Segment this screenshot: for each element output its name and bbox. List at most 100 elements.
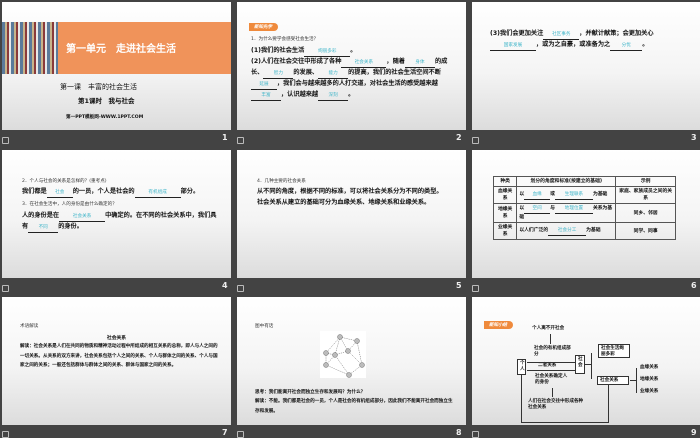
slide-number: 7 [222,428,228,437]
slide-number: 3 [691,133,697,142]
connector-line [521,422,609,423]
blank: 智力 [263,70,294,79]
header-cell: 种类 [492,176,518,187]
header-cell: 划分的角度和标准(按建立的基础) [516,176,617,187]
blank: 空间 [524,205,551,214]
transition-icon [472,137,479,144]
text: ，并献计献策；会更加关心 [579,30,654,37]
relations-table: 种类 划分的角度和标准(按建立的基础) 示例 血缘关系以血缘或生理联系 为基础 家庭、家… [492,176,676,240]
cell: 地缘关系 [492,203,518,223]
question: 4．几种主要的社会关系 [257,179,306,184]
site-text: 第一PPT模板网-WWW.1PPT.COM [66,115,144,120]
text: 部分。 [180,188,200,195]
connector-line [521,375,522,422]
connector-line [527,362,575,363]
answer-text: 我们都是 社会 的一员，个人是社会的 有机组成 部分。 [22,187,221,198]
diagram-label: 个人离不开社会 [532,326,565,331]
transition-icon [237,285,244,292]
relation-kind: 地缘关系 [640,377,659,382]
node-individual: 个人 [517,359,526,375]
text: 为基础 [592,191,608,197]
slide-thumbnail-2[interactable]: 新知先学 1．为什么要学会感受社会生活？ (1)我们的社会生活 绚丽多彩。 (2)… [237,2,466,130]
section-badge: 新知先学 [249,23,278,31]
text: 。 [642,41,649,48]
blank: 有机组成 [134,189,181,198]
transition-icon [2,285,9,292]
cell: 业缘关系 [492,222,518,240]
text: (1)我们的社会生活 [251,47,305,54]
slide-thumbnail-9[interactable]: 新知小结 个人离不开社会 社会的有机组成部分 个人 二者关系 社会 社会关系确定… [472,297,700,425]
transition-icon [472,285,479,292]
section-label: 术语解读 [20,324,39,329]
diagram-label: 社会关系确定人的身份 [535,374,568,385]
cell: 家庭、家族成员之间的关系 [615,186,676,204]
relation-kind: 血缘关系 [640,365,659,370]
blank: 绚丽多彩 [304,48,351,57]
slide-number: 5 [456,281,462,290]
slide-thumbnail-7[interactable]: 术语解读 社会关系 解读：社会关系是人们在共同的物质和精神活动过程中所结成的相互… [2,297,231,425]
text: 的提高，我们的社会生活空间不断 [348,69,441,76]
text: 。 [348,91,355,98]
text: ，认识越来越 [281,91,319,98]
slide-number: 6 [691,281,697,290]
text: ，随着 [386,58,405,65]
slide-thumbnail-5[interactable]: 4．几种主要的社会关系 从不同的角度，根据不同的标准，可以将社会关系分为不同的类… [237,150,466,278]
slide-number: 9 [691,428,697,437]
unit-title: 第一单元 走进社会生活 [66,44,176,55]
blank: 社会关系 [59,213,106,222]
text: 为基础 [586,227,601,233]
question: 1．为什么要学会感受社会生活？ [251,37,319,42]
arrow-line [552,388,553,397]
transition-icon [237,137,244,144]
relation-kind: 业缘关系 [640,389,659,394]
text: 的发展、 [293,69,319,76]
answer-text: (3)我们会更加关注 社区事务 ，并献计献策；会更加关心国家发展 ，或为之自豪，或准备… [490,29,691,51]
cell: 同乡、邻居 [615,203,676,223]
blank: 社会关系 [341,59,387,68]
table-row: 业缘关系 以人们广泛的 社会分工 为基础 同学、同事 [492,222,676,240]
blank: 社会分工 [548,227,587,236]
text: 的身份。 [58,223,83,230]
text: 。 [350,47,357,54]
text: 我们都是 [22,188,47,195]
blank: 地理位置 [554,205,593,214]
slide-thumbnail-3[interactable]: (3)我们会更加关注 社区事务 ，并献计献策；会更加关心国家发展 ，或为之自豪，或准备… [472,2,700,130]
node-society: 社会 [575,355,585,374]
question: 2．个人与社会的关系是怎样的？(重考点) [22,179,107,184]
text: ，我们会与越来越多的人打交道，对社会生活的感受越来越 [277,80,438,87]
text: 以人们广泛的 [519,227,549,233]
social-network-illustration [320,331,366,378]
diagram-label: 社会的有机组成部分 [534,346,571,357]
blank: 生理联系 [554,191,593,200]
arrow-line [550,334,551,344]
transition-icon [237,431,244,438]
connector-line [527,370,575,371]
question: 3．在社会生活中，人的身份是由什么确定的？ [22,202,117,207]
slide-thumbnail-1[interactable]: 第一单元 走进社会生活 第一课 丰富的社会生活 第1课时 我与社会 第一PPT模… [2,2,231,130]
blank: 社区事务 [543,31,580,40]
slide-thumbnail-4[interactable]: 2．个人与社会的关系是怎样的？(重考点) 我们都是 社会 的一员，个人是社会的 有机组… [2,150,231,278]
answer-text: 解读：不能。我们都是社会的一员，个人是社会的有机组成部分，因此我们不能离开社会而… [255,399,453,414]
connector-line [608,385,609,422]
slide-thumbnail-8[interactable]: 图中有话 思考：我们能离开社会而独立生存和发展吗？为什么？ 解读：不能。我们都是… [237,297,466,425]
think-question: 思考：我们能离开社会而独立生存和发展吗？为什么？ [255,390,366,395]
blank: 不同 [28,224,59,233]
period-title: 第1课时 我与社会 [78,97,135,105]
lesson-title: 第一课 丰富的社会生活 [60,83,137,91]
table-row: 地缘关系以空间与地理位置 关系为基础 同乡、邻居 [492,203,676,223]
table-header: 种类 划分的角度和标准(按建立的基础) 示例 [492,176,676,187]
diagram-label: 人们在社会交往中形成各种社会关系 [528,399,584,410]
answer-text: (1)我们的社会生活 绚丽多彩。 (2)人们在社会交往中形成了各种 社会关系 ，随着身… [251,46,456,101]
transition-icon [2,137,9,144]
term-title: 社会关系 [106,336,127,341]
node-colorful-life: 社会生活绚丽多彩 [598,344,630,358]
slide-number: 2 [456,133,462,142]
table-row: 血缘关系以血缘或生理联系 为基础 家庭、家族成员之间的关系 [492,186,676,204]
slide-thumbnail-6[interactable]: 种类 划分的角度和标准(按建立的基础) 示例 血缘关系以血缘或生理联系 为基础 家庭、家… [472,150,700,278]
blank: 社会 [46,189,73,198]
node-social-relations: 社会关系 [597,376,629,385]
transition-icon [472,431,479,438]
blank: 身体 [404,59,435,68]
connector-line [636,368,637,393]
slide-number: 1 [222,133,228,142]
